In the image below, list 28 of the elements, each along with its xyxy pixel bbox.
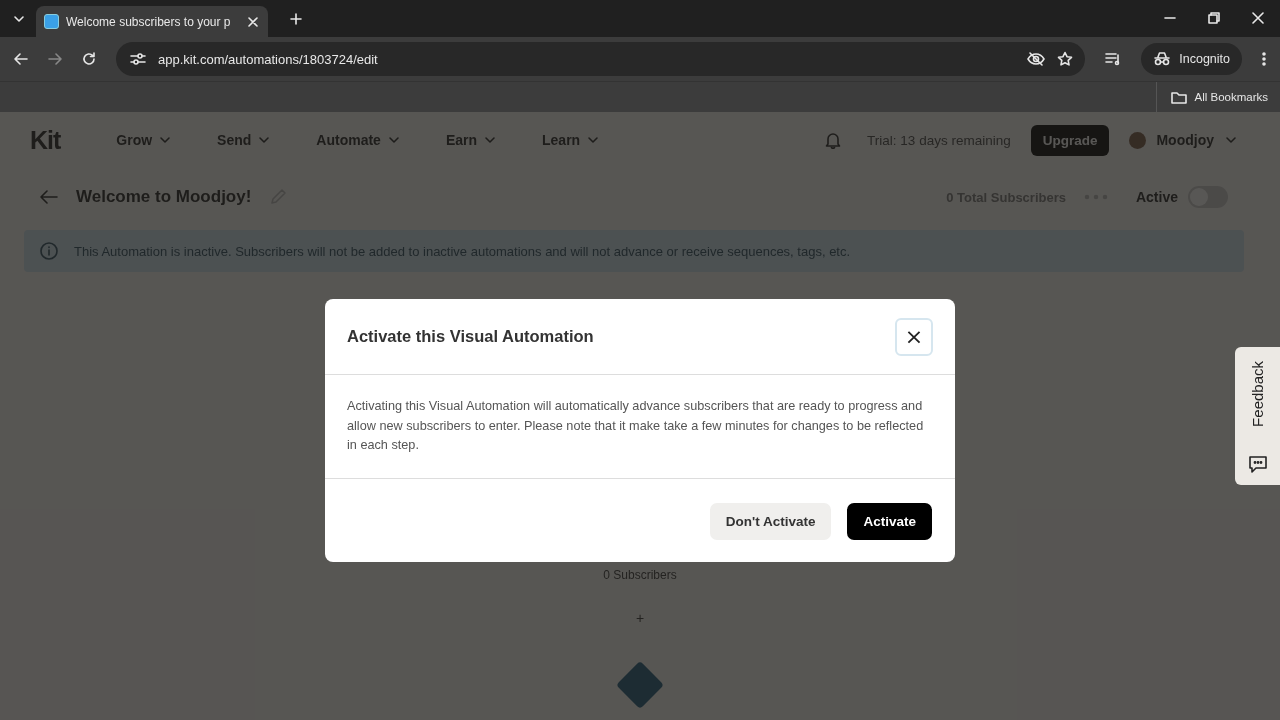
url-text: app.kit.com/automations/1803724/edit (158, 51, 378, 67)
media-queue-icon[interactable] (1105, 52, 1122, 66)
feedback-tab[interactable]: Feedback (1235, 347, 1280, 485)
cancel-button[interactable]: Don't Activate (709, 502, 832, 540)
close-button[interactable]: × (895, 317, 933, 356)
tab-title: Welcome subscribers to your p (66, 14, 232, 29)
site-settings-icon[interactable] (130, 52, 146, 66)
star-icon[interactable] (1057, 51, 1074, 67)
activate-button[interactable]: Activate (847, 502, 932, 540)
favicon-icon (44, 14, 59, 29)
dialog-message: Activating this Visual Automation will automatically advance subscribers that are ready to progress and allow new subscribers to enter. Please note that it make take a few minutes for changes to be reflected in each step. (325, 375, 955, 479)
folder-icon (1170, 90, 1187, 104)
more-icon[interactable] (1262, 51, 1266, 67)
automation-title: Welcome to Moodjoy! (76, 187, 252, 207)
forward-icon[interactable] (48, 52, 62, 66)
dialog-title: Activate this Visual Automation (347, 327, 594, 346)
close-icon[interactable] (248, 16, 258, 27)
eye-slash-icon[interactable] (1027, 52, 1046, 66)
new-tab-icon[interactable] (290, 13, 302, 25)
incognito-icon (1153, 52, 1172, 66)
toggle-label: Active (1135, 189, 1178, 205)
reload-icon[interactable] (82, 52, 96, 66)
profile-button[interactable]: Incognito (1141, 43, 1242, 75)
close-icon[interactable] (1252, 12, 1264, 24)
browser-tab[interactable]: Welcome subscribers to your p (36, 6, 268, 37)
address-bar[interactable]: app.kit.com/automations/1803724/edit (116, 42, 1086, 76)
chat-icon (1248, 455, 1267, 473)
restore-icon[interactable] (1208, 12, 1220, 24)
